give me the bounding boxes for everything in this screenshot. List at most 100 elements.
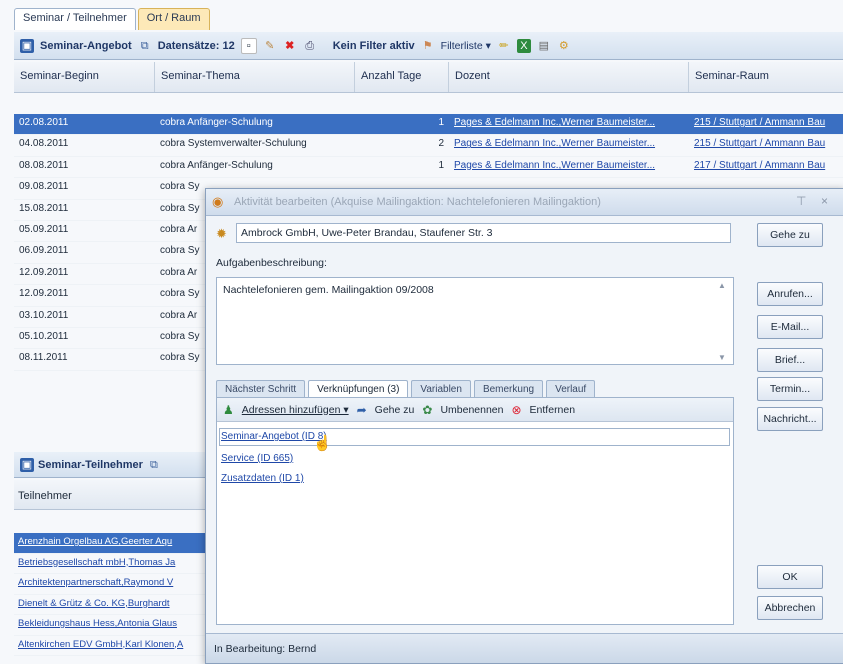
status-bar: In Bearbeitung: Bernd (206, 633, 843, 663)
list-item[interactable]: Bekleidungshaus Hess,Antonia Glaus (14, 615, 214, 636)
cell-days: 1 (438, 117, 444, 128)
link-item[interactable]: Seminar-Angebot (ID 8) (221, 431, 327, 442)
list-item[interactable]: Altenkirchen EDV GmbH,Karl Klonen,A (14, 636, 214, 656)
toolbar-title[interactable]: Seminar-Angebot (40, 40, 132, 52)
address-field[interactable]: Ambrock GmbH, Uwe-Peter Brandau, Staufen… (236, 223, 731, 243)
tab-remark[interactable]: Bemerkung (473, 380, 544, 398)
edit-record-icon[interactable]: ✎ (263, 39, 277, 53)
links-goto-button[interactable]: Gehe zu (375, 404, 415, 416)
dialog-titlebar[interactable]: ◉ Aktivität bearbeiten (Akquise Mailinga… (206, 189, 843, 216)
col-seminar-raum[interactable]: Seminar-Raum (689, 62, 843, 92)
pin-icon[interactable]: ⊤ (796, 194, 806, 208)
cell-date: 05.09.2011 (19, 223, 69, 235)
cell-topic: cobra Anfänger-Schulung (160, 117, 273, 128)
link-item[interactable]: Zusatzdaten (ID 1) (221, 473, 304, 484)
tab-links[interactable]: Verknüpfungen (3) (308, 380, 409, 398)
tab-next-step[interactable]: Nächster Schritt (216, 380, 306, 398)
col-seminar-thema[interactable]: Seminar-Thema (155, 62, 355, 92)
participants-list: Arenzhain Orgelbau AG,Geerter Aqu Betrieb… (14, 533, 214, 656)
list-item[interactable]: Arenzhain Orgelbau AG,Geerter Aqu (14, 533, 214, 554)
cell-topic: cobra Systemverwalter-Schulung (160, 138, 307, 150)
letter-button[interactable]: Brief... (757, 348, 823, 372)
cell-room[interactable]: 215 / Stuttgart / Ammann Bau (689, 135, 843, 155)
call-button[interactable]: Anrufen... (757, 282, 823, 306)
filter-icon: ⚑ (422, 39, 433, 52)
records-icon: ⧉ (140, 39, 149, 52)
excel-icon[interactable]: X (516, 38, 531, 53)
cell-date: 12.09.2011 (19, 288, 69, 300)
scroll-down-icon[interactable]: ▼ (718, 353, 726, 362)
scroll-up-icon[interactable]: ▲ (718, 281, 726, 290)
cell-days: 2 (438, 138, 444, 150)
close-icon[interactable]: × (821, 194, 828, 208)
list-item[interactable]: Dienelt & Grütz & Co. KG,Burghardt (14, 595, 214, 615)
email-button[interactable]: E-Mail... (757, 315, 823, 339)
col-anzahl-tage[interactable]: Anzahl Tage (355, 62, 449, 92)
cell-date: 12.09.2011 (19, 266, 69, 278)
delete-record-icon[interactable]: ✖ (283, 39, 297, 53)
print-icon[interactable]: ⎙ (303, 39, 317, 53)
table-row[interactable]: 08.08.2011 cobra Anfänger-Schulung 1 Pages … (14, 157, 843, 179)
records-icon: ⧉ (150, 458, 158, 471)
cell-date: 05.10.2011 (19, 330, 69, 342)
goto-button[interactable]: Gehe zu (757, 223, 823, 247)
links-panel: ♟ Adressen hinzufügen ▾ ➦ Gehe zu ✿ Umbe… (216, 397, 734, 625)
desc-label: Aufgabenbeschreibung: (216, 257, 327, 269)
remove-button[interactable]: Entfernen (530, 404, 576, 416)
cell-teacher[interactable]: Pages & Edelmann Inc.,Werner Baumeister.… (449, 135, 689, 155)
main-toolbar: ▣ Seminar-Angebot ⧉ Datensätze: 12 ▫ ✎ ✖… (14, 32, 843, 60)
cell-date: 03.10.2011 (19, 309, 69, 321)
filter-status[interactable]: Kein Filter aktiv (333, 40, 415, 52)
cell-date: 02.08.2011 (19, 117, 69, 128)
grid-header: Seminar-Beginn Seminar-Thema Anzahl Tage… (14, 62, 843, 93)
cell-date: 15.08.2011 (19, 202, 69, 214)
tab-history[interactable]: Verlauf (546, 380, 596, 398)
filterlist-button[interactable]: Filterliste ▾ (441, 40, 491, 52)
cell-date: 08.11.2011 (19, 352, 68, 364)
cell-date: 04.08.2011 (19, 138, 69, 150)
col-seminar-beginn[interactable]: Seminar-Beginn (14, 62, 155, 92)
ok-button[interactable]: OK (757, 565, 823, 589)
settings-icon[interactable]: ⚙ (557, 39, 571, 53)
desc-textarea[interactable]: Nachtelefonieren gem. Mailingaktion 09/2… (216, 277, 734, 365)
links-toolbar: ♟ Adressen hinzufügen ▾ ➦ Gehe zu ✿ Umbe… (217, 398, 733, 422)
table-row[interactable]: 02.08.2011 cobra Anfänger-Schulung 1 Pages … (14, 114, 843, 136)
participants-toolbar: ▣ Seminar-Teilnehmer ⧉ (14, 452, 214, 478)
rename-icon: ✿ (422, 402, 433, 417)
cell-room[interactable]: 217 / Stuttgart / Ammann Bau (689, 157, 843, 177)
participants-title[interactable]: Seminar-Teilnehmer (38, 459, 143, 471)
new-record-icon[interactable]: ▫ (240, 37, 257, 54)
tab-variables[interactable]: Variablen (411, 380, 471, 398)
activity-dialog: ◉ Aktivität bearbeiten (Akquise Mailinga… (205, 188, 843, 664)
list-item[interactable]: Betriebsgesellschaft mbH,Thomas Ja (14, 554, 214, 574)
activity-icon: ◉ (212, 194, 224, 209)
cell-teacher[interactable]: Pages & Edelmann Inc.,Werner Baumeister.… (449, 114, 689, 134)
tab-ort-raum[interactable]: Ort / Raum (137, 8, 210, 30)
cell-teacher[interactable]: Pages & Edelmann Inc.,Werner Baumeister.… (449, 157, 689, 177)
col-dozent[interactable]: Dozent (449, 62, 689, 92)
top-tabs: Seminar / Teilnehmer Ort / Raum (14, 8, 210, 30)
cell-days: 1 (438, 159, 444, 171)
export-icon[interactable]: ▤ (537, 39, 551, 53)
message-button[interactable]: Nachricht... (757, 407, 823, 431)
cell-date: 08.08.2011 (19, 159, 69, 171)
records-count: Datensätze: 12 (157, 39, 235, 52)
table-row[interactable]: 04.08.2011 cobra Systemverwalter-Schulung… (14, 135, 843, 157)
filter-edit-icon[interactable]: ✏ (497, 39, 511, 53)
dialog-title: Aktivität bearbeiten (Akquise Mailingakt… (234, 196, 601, 208)
tab-seminar-teilnehmer[interactable]: Seminar / Teilnehmer (14, 8, 136, 30)
goto-arrow-icon: ➦ (356, 402, 367, 417)
list-item[interactable]: Architektenpartnerschaft,Raymond V (14, 574, 214, 595)
add-address-button[interactable]: Adressen hinzufügen ▾ (242, 404, 349, 416)
address-icon: ✹ (216, 226, 227, 241)
participants-header[interactable]: Teilnehmer (14, 480, 214, 510)
rename-button[interactable]: Umbenennen (440, 404, 503, 416)
cancel-button[interactable]: Abbrechen (757, 596, 823, 620)
participants-icon: ▣ (20, 457, 34, 472)
seminar-icon: ▣ (20, 38, 34, 53)
cell-room[interactable]: 215 / Stuttgart / Ammann Bau (689, 114, 843, 134)
add-address-icon: ♟ (223, 402, 234, 417)
cell-date: 06.09.2011 (19, 245, 69, 257)
link-item[interactable]: Service (ID 665) (221, 453, 293, 464)
appointment-button[interactable]: Termin... (757, 377, 823, 401)
